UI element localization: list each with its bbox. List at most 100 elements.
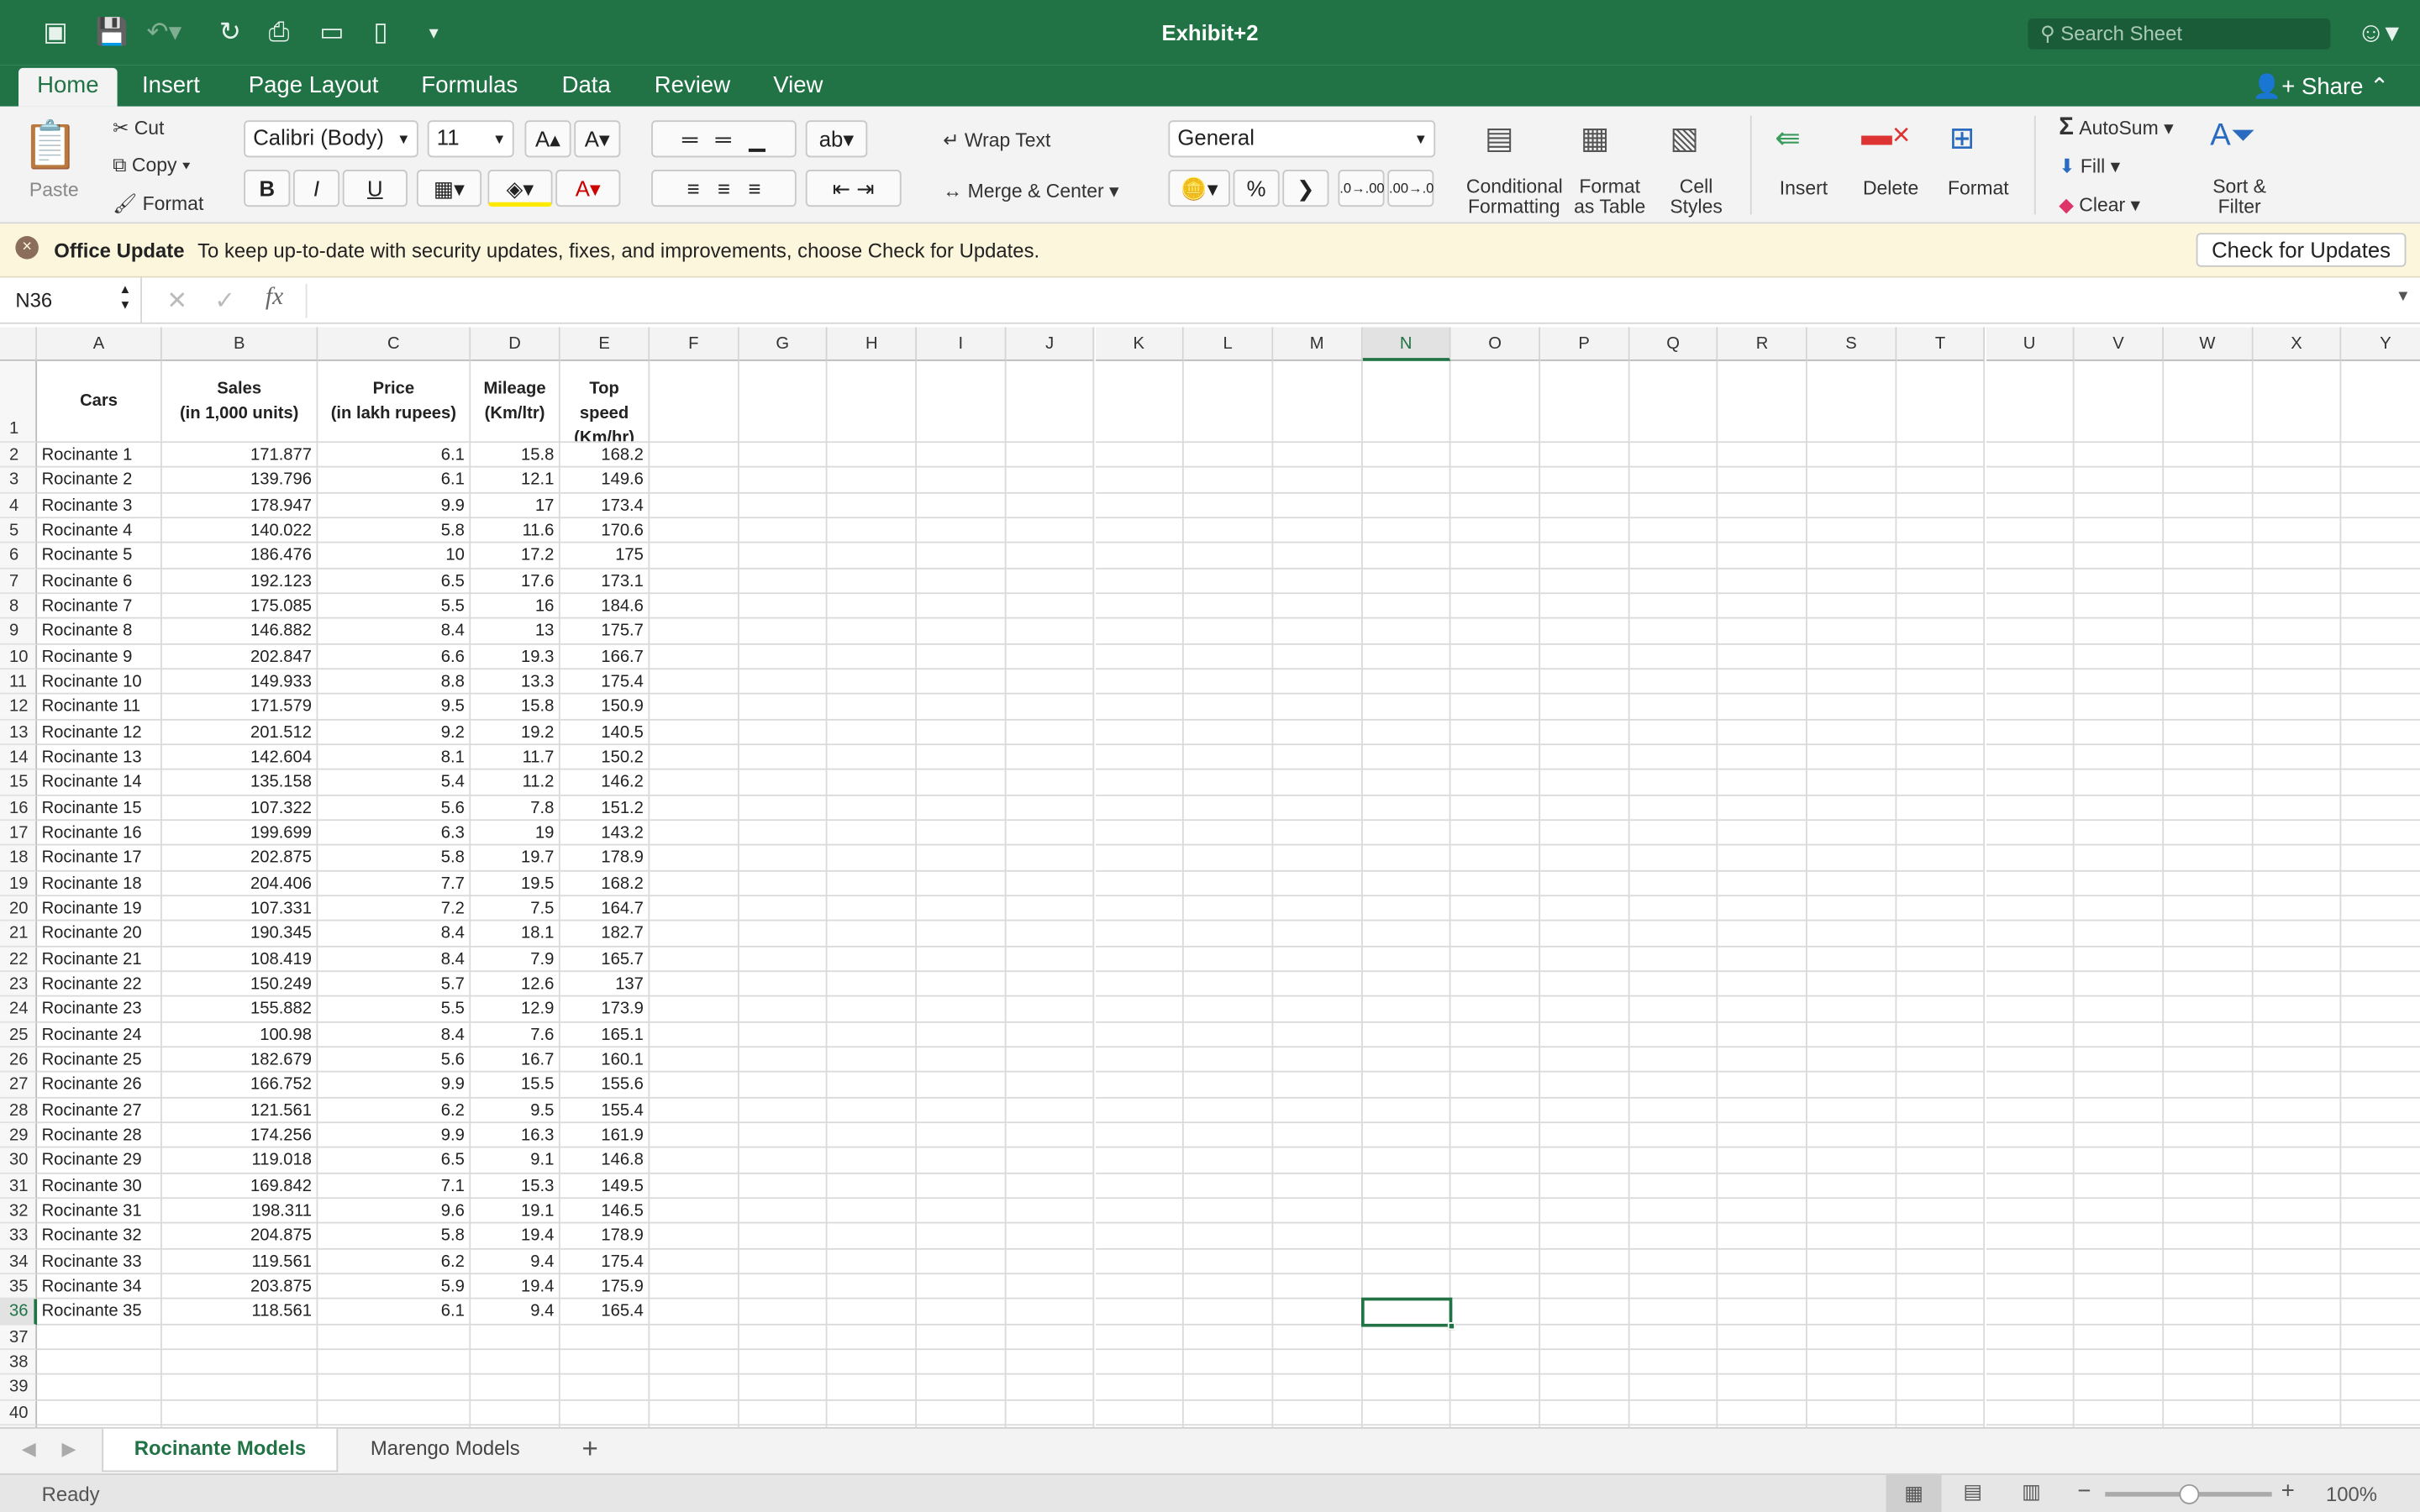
empty-cell[interactable] bbox=[1451, 971, 1541, 997]
column-header-C[interactable]: C bbox=[318, 327, 471, 361]
value-cell[interactable]: 175.4 bbox=[560, 669, 650, 696]
empty-cell[interactable] bbox=[2074, 669, 2164, 696]
empty-cell[interactable] bbox=[1006, 871, 1096, 897]
empty-cell[interactable] bbox=[1184, 720, 1274, 746]
value-cell[interactable]: 100.98 bbox=[161, 1021, 318, 1047]
empty-cell[interactable] bbox=[2252, 896, 2342, 922]
empty-cell[interactable] bbox=[1184, 1349, 1274, 1375]
empty-cell[interactable] bbox=[1629, 1299, 1718, 1325]
empty-cell[interactable] bbox=[739, 745, 829, 771]
value-cell[interactable]: 165.1 bbox=[560, 1021, 650, 1047]
empty-cell[interactable] bbox=[2341, 669, 2420, 696]
car-name-cell[interactable]: Rocinante 25 bbox=[37, 1047, 162, 1073]
row-header-3[interactable]: 3 bbox=[0, 468, 38, 494]
empty-cell[interactable] bbox=[1629, 695, 1718, 721]
empty-cell[interactable] bbox=[1896, 770, 1986, 796]
value-cell[interactable]: 155.4 bbox=[560, 1097, 650, 1123]
empty-cell[interactable] bbox=[1540, 720, 1630, 746]
empty-cell[interactable] bbox=[828, 569, 918, 595]
empty-cell[interactable] bbox=[1095, 695, 1185, 721]
sheet-tab-marengo-models[interactable]: Marengo Models bbox=[339, 1429, 550, 1472]
column-header-B[interactable]: B bbox=[161, 327, 318, 361]
column-header-E[interactable]: E bbox=[560, 327, 650, 361]
empty-cell[interactable] bbox=[1718, 871, 1807, 897]
empty-cell[interactable] bbox=[1006, 921, 1096, 948]
empty-cell[interactable] bbox=[2163, 896, 2253, 922]
empty-cell[interactable] bbox=[1273, 644, 1363, 670]
empty-cell[interactable] bbox=[1451, 1374, 1541, 1400]
value-cell[interactable]: 119.561 bbox=[161, 1248, 318, 1274]
empty-cell[interactable] bbox=[1451, 1299, 1541, 1325]
car-name-cell[interactable]: Rocinante 22 bbox=[37, 971, 162, 997]
empty-cell[interactable] bbox=[1006, 543, 1096, 570]
empty-cell[interactable] bbox=[1896, 720, 1986, 746]
empty-cell[interactable] bbox=[1985, 669, 2075, 696]
empty-cell[interactable] bbox=[1718, 846, 1807, 872]
empty-cell[interactable] bbox=[1095, 644, 1185, 670]
conditional-formatting-icon[interactable]: ▤ bbox=[1485, 118, 1514, 157]
empty-cell[interactable] bbox=[2341, 745, 2420, 771]
empty-cell[interactable] bbox=[1362, 947, 1452, 972]
empty-cell[interactable] bbox=[2252, 443, 2342, 469]
car-name-cell[interactable]: Rocinante 29 bbox=[37, 1147, 162, 1173]
empty-cell[interactable] bbox=[1095, 947, 1185, 972]
empty-cell[interactable] bbox=[1095, 518, 1185, 544]
value-cell[interactable]: 175.7 bbox=[560, 619, 650, 645]
empty-cell[interactable] bbox=[1629, 443, 1718, 469]
empty-cell[interactable] bbox=[650, 569, 739, 595]
empty-cell[interactable] bbox=[739, 846, 829, 872]
empty-cell[interactable] bbox=[1095, 770, 1185, 796]
empty-cell[interactable] bbox=[917, 569, 1007, 595]
empty-cell[interactable] bbox=[471, 1374, 560, 1400]
column-header-J[interactable]: J bbox=[1006, 327, 1096, 361]
empty-cell[interactable] bbox=[2074, 770, 2164, 796]
empty-cell[interactable] bbox=[917, 720, 1007, 746]
empty-cell[interactable] bbox=[1095, 543, 1185, 570]
empty-cell[interactable] bbox=[828, 996, 918, 1022]
empty-cell[interactable] bbox=[2163, 594, 2253, 620]
empty-cell[interactable] bbox=[1184, 871, 1274, 897]
empty-cell[interactable] bbox=[1540, 543, 1630, 570]
empty-cell[interactable] bbox=[1896, 518, 1986, 544]
empty-cell[interactable] bbox=[1985, 921, 2075, 948]
empty-cell[interactable] bbox=[2163, 360, 2253, 444]
empty-cell[interactable] bbox=[2163, 1173, 2253, 1199]
empty-cell[interactable] bbox=[1184, 1021, 1274, 1047]
empty-cell[interactable] bbox=[917, 1299, 1007, 1325]
empty-cell[interactable] bbox=[1629, 795, 1718, 822]
row-header-14[interactable]: 14 bbox=[0, 745, 38, 771]
empty-cell[interactable] bbox=[1451, 871, 1541, 897]
page-layout-view-icon[interactable]: ▤ bbox=[1963, 1479, 1982, 1504]
cell-styles-button[interactable]: Cell Styles bbox=[1670, 176, 1723, 218]
car-name-cell[interactable]: Rocinante 13 bbox=[37, 745, 162, 771]
empty-cell[interactable] bbox=[1006, 795, 1096, 822]
empty-cell[interactable] bbox=[1807, 1324, 1897, 1350]
empty-cell[interactable] bbox=[2341, 1199, 2420, 1224]
empty-cell[interactable] bbox=[917, 1147, 1007, 1173]
empty-cell[interactable] bbox=[2163, 1021, 2253, 1047]
empty-cell[interactable] bbox=[1718, 1173, 1807, 1199]
empty-cell[interactable] bbox=[2163, 543, 2253, 570]
empty-cell[interactable] bbox=[2163, 1223, 2253, 1249]
column-header-K[interactable]: K bbox=[1095, 327, 1185, 361]
empty-cell[interactable] bbox=[1451, 594, 1541, 620]
value-cell[interactable]: 149.6 bbox=[560, 468, 650, 494]
empty-cell[interactable] bbox=[2341, 644, 2420, 670]
add-sheet-button[interactable]: + bbox=[581, 1433, 597, 1466]
table-header-cell[interactable]: Cars bbox=[37, 360, 162, 444]
empty-cell[interactable] bbox=[1006, 1349, 1096, 1375]
empty-cell[interactable] bbox=[650, 1374, 739, 1400]
empty-cell[interactable] bbox=[739, 1122, 829, 1148]
empty-cell[interactable] bbox=[1095, 493, 1185, 519]
empty-cell[interactable] bbox=[1629, 1374, 1718, 1400]
car-name-cell[interactable]: Rocinante 27 bbox=[37, 1097, 162, 1123]
empty-cell[interactable] bbox=[2252, 770, 2342, 796]
empty-cell[interactable] bbox=[2341, 1325, 2420, 1350]
empty-cell[interactable] bbox=[1362, 921, 1452, 948]
value-cell[interactable]: 171.877 bbox=[161, 443, 318, 469]
empty-cell[interactable] bbox=[1896, 1399, 1986, 1425]
empty-cell[interactable] bbox=[2163, 971, 2253, 997]
empty-cell[interactable] bbox=[2163, 1324, 2253, 1350]
column-header-Q[interactable]: Q bbox=[1629, 327, 1718, 361]
empty-cell[interactable] bbox=[1362, 644, 1452, 670]
